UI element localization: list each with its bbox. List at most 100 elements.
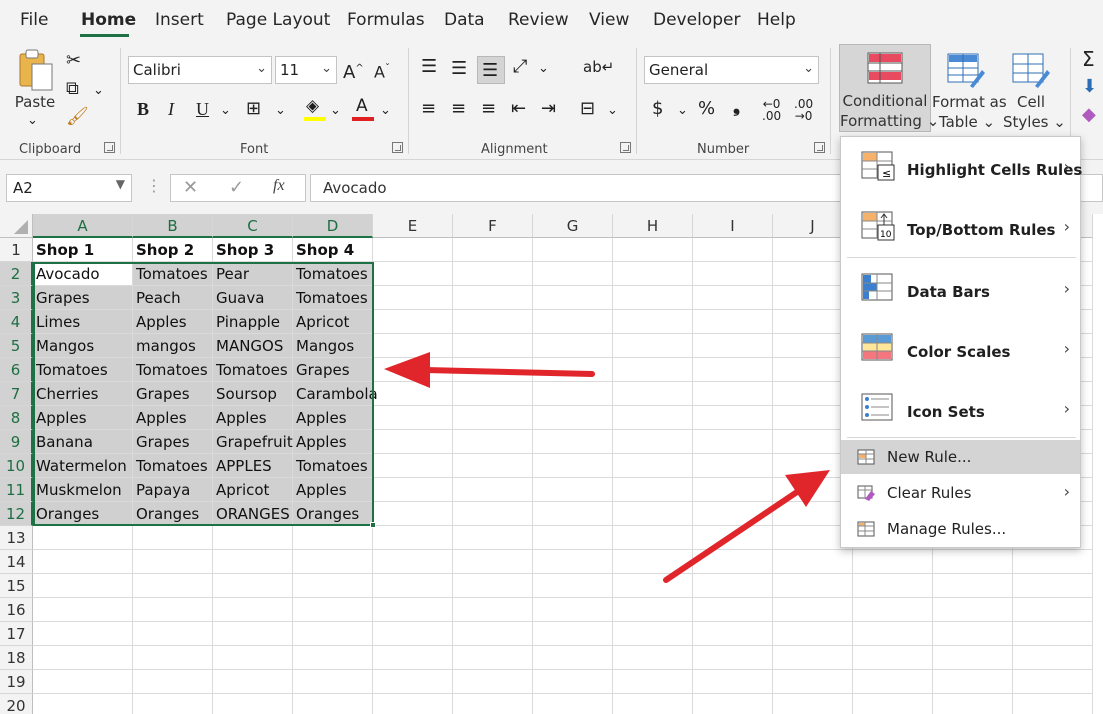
empty-cell[interactable] <box>373 526 453 550</box>
menu-new-rule[interactable]: New Rule... <box>841 440 1080 474</box>
tab-formulas[interactable]: Formulas <box>347 10 425 30</box>
data-cell[interactable]: Tomatoes <box>293 454 373 478</box>
tab-page-layout[interactable]: Page Layout <box>226 10 330 30</box>
tab-help[interactable]: Help <box>757 10 796 30</box>
row-header[interactable]: 9 <box>0 430 33 454</box>
empty-cell[interactable] <box>693 694 773 714</box>
data-cell[interactable]: Apples <box>293 430 373 454</box>
data-cell[interactable]: Soursop <box>213 382 293 406</box>
empty-cell[interactable] <box>293 574 373 598</box>
cut-icon[interactable]: ✂ <box>66 50 81 72</box>
empty-cell[interactable] <box>33 526 133 550</box>
currency-button[interactable]: $ <box>652 98 663 120</box>
empty-cell[interactable] <box>453 358 533 382</box>
empty-cell[interactable] <box>453 502 533 526</box>
data-cell[interactable]: Carambola <box>293 382 378 406</box>
empty-cell[interactable] <box>1013 694 1093 714</box>
empty-cell[interactable] <box>453 262 533 286</box>
active-cell[interactable]: Avocado <box>33 262 133 286</box>
tab-file[interactable]: File <box>20 10 48 30</box>
row-header[interactable]: 18 <box>0 646 33 670</box>
empty-cell[interactable] <box>533 334 613 358</box>
number-launcher-icon[interactable] <box>814 142 825 153</box>
data-cell[interactable]: Grapes <box>33 286 133 310</box>
data-cell[interactable]: Apples <box>293 478 373 502</box>
cancel-icon[interactable]: ✕ <box>183 177 198 198</box>
tab-view[interactable]: View <box>589 10 629 30</box>
empty-cell[interactable] <box>613 262 693 286</box>
header-cell[interactable]: Shop 2 <box>133 238 213 262</box>
empty-cell[interactable] <box>613 286 693 310</box>
empty-cell[interactable] <box>1013 598 1093 622</box>
empty-cell[interactable] <box>293 694 373 714</box>
empty-cell[interactable] <box>453 406 533 430</box>
empty-cell[interactable] <box>933 622 1013 646</box>
wrap-text-icon[interactable]: ab↵ <box>583 56 614 78</box>
data-cell[interactable]: Apricot <box>213 478 293 502</box>
column-header[interactable]: C <box>213 214 293 238</box>
empty-cell[interactable] <box>373 622 453 646</box>
empty-cell[interactable] <box>613 238 693 262</box>
align-right-icon[interactable]: ≡ <box>481 98 496 120</box>
data-cell[interactable]: Grapes <box>133 382 213 406</box>
empty-cell[interactable] <box>693 526 773 550</box>
empty-cell[interactable] <box>373 598 453 622</box>
empty-cell[interactable] <box>373 286 453 310</box>
decrease-indent-icon[interactable]: ⇤ <box>511 98 526 120</box>
tab-insert[interactable]: Insert <box>155 10 204 30</box>
font-size-select[interactable]: 11 ⌄ <box>275 56 337 84</box>
column-header[interactable]: I <box>693 214 773 238</box>
borders-dropdown-icon[interactable]: ⌄ <box>275 100 286 122</box>
empty-cell[interactable] <box>613 502 693 526</box>
empty-cell[interactable] <box>293 646 373 670</box>
tab-review[interactable]: Review <box>508 10 569 30</box>
empty-cell[interactable] <box>533 550 613 574</box>
data-cell[interactable]: Papaya <box>133 478 213 502</box>
increase-decimal-icon[interactable]: ←0.00 <box>762 98 781 122</box>
data-cell[interactable]: Grapefruit <box>213 430 293 454</box>
empty-cell[interactable] <box>853 574 933 598</box>
data-cell[interactable]: Limes <box>33 310 133 334</box>
empty-cell[interactable] <box>33 574 133 598</box>
empty-cell[interactable] <box>1013 550 1093 574</box>
row-header[interactable]: 6 <box>0 358 33 382</box>
empty-cell[interactable] <box>373 406 453 430</box>
row-header[interactable]: 4 <box>0 310 33 334</box>
empty-cell[interactable] <box>373 430 453 454</box>
row-header[interactable]: 3 <box>0 286 33 310</box>
empty-cell[interactable] <box>613 574 693 598</box>
orientation-icon[interactable]: ⤢ <box>513 56 527 78</box>
row-header[interactable]: 13 <box>0 526 33 550</box>
merge-center-icon[interactable]: ⊟ <box>580 98 595 120</box>
insert-function-button[interactable]: fx <box>273 177 285 195</box>
empty-cell[interactable] <box>773 670 853 694</box>
empty-cell[interactable] <box>613 598 693 622</box>
empty-cell[interactable] <box>693 286 773 310</box>
empty-cell[interactable] <box>933 646 1013 670</box>
empty-cell[interactable] <box>613 454 693 478</box>
empty-cell[interactable] <box>133 694 213 714</box>
empty-cell[interactable] <box>773 574 853 598</box>
fill-dropdown-icon[interactable]: ⌄ <box>330 100 341 122</box>
data-cell[interactable]: Peach <box>133 286 213 310</box>
empty-cell[interactable] <box>213 550 293 574</box>
empty-cell[interactable] <box>133 670 213 694</box>
percent-button[interactable]: % <box>698 98 715 120</box>
empty-cell[interactable] <box>533 430 613 454</box>
empty-cell[interactable] <box>293 598 373 622</box>
empty-cell[interactable] <box>373 262 453 286</box>
data-cell[interactable]: Tomatoes <box>33 358 133 382</box>
empty-cell[interactable] <box>613 334 693 358</box>
empty-cell[interactable] <box>213 694 293 714</box>
data-cell[interactable]: Tomatoes <box>133 262 213 286</box>
empty-cell[interactable] <box>693 238 773 262</box>
data-cell[interactable]: Apples <box>293 406 373 430</box>
empty-cell[interactable] <box>693 478 773 502</box>
empty-cell[interactable] <box>613 430 693 454</box>
empty-cell[interactable] <box>373 550 453 574</box>
font-color-dropdown-icon[interactable]: ⌄ <box>380 100 391 122</box>
increase-indent-icon[interactable]: ⇥ <box>541 98 556 120</box>
empty-cell[interactable] <box>693 646 773 670</box>
tab-data[interactable]: Data <box>444 10 485 30</box>
align-middle-icon[interactable]: ☰ <box>451 58 467 80</box>
